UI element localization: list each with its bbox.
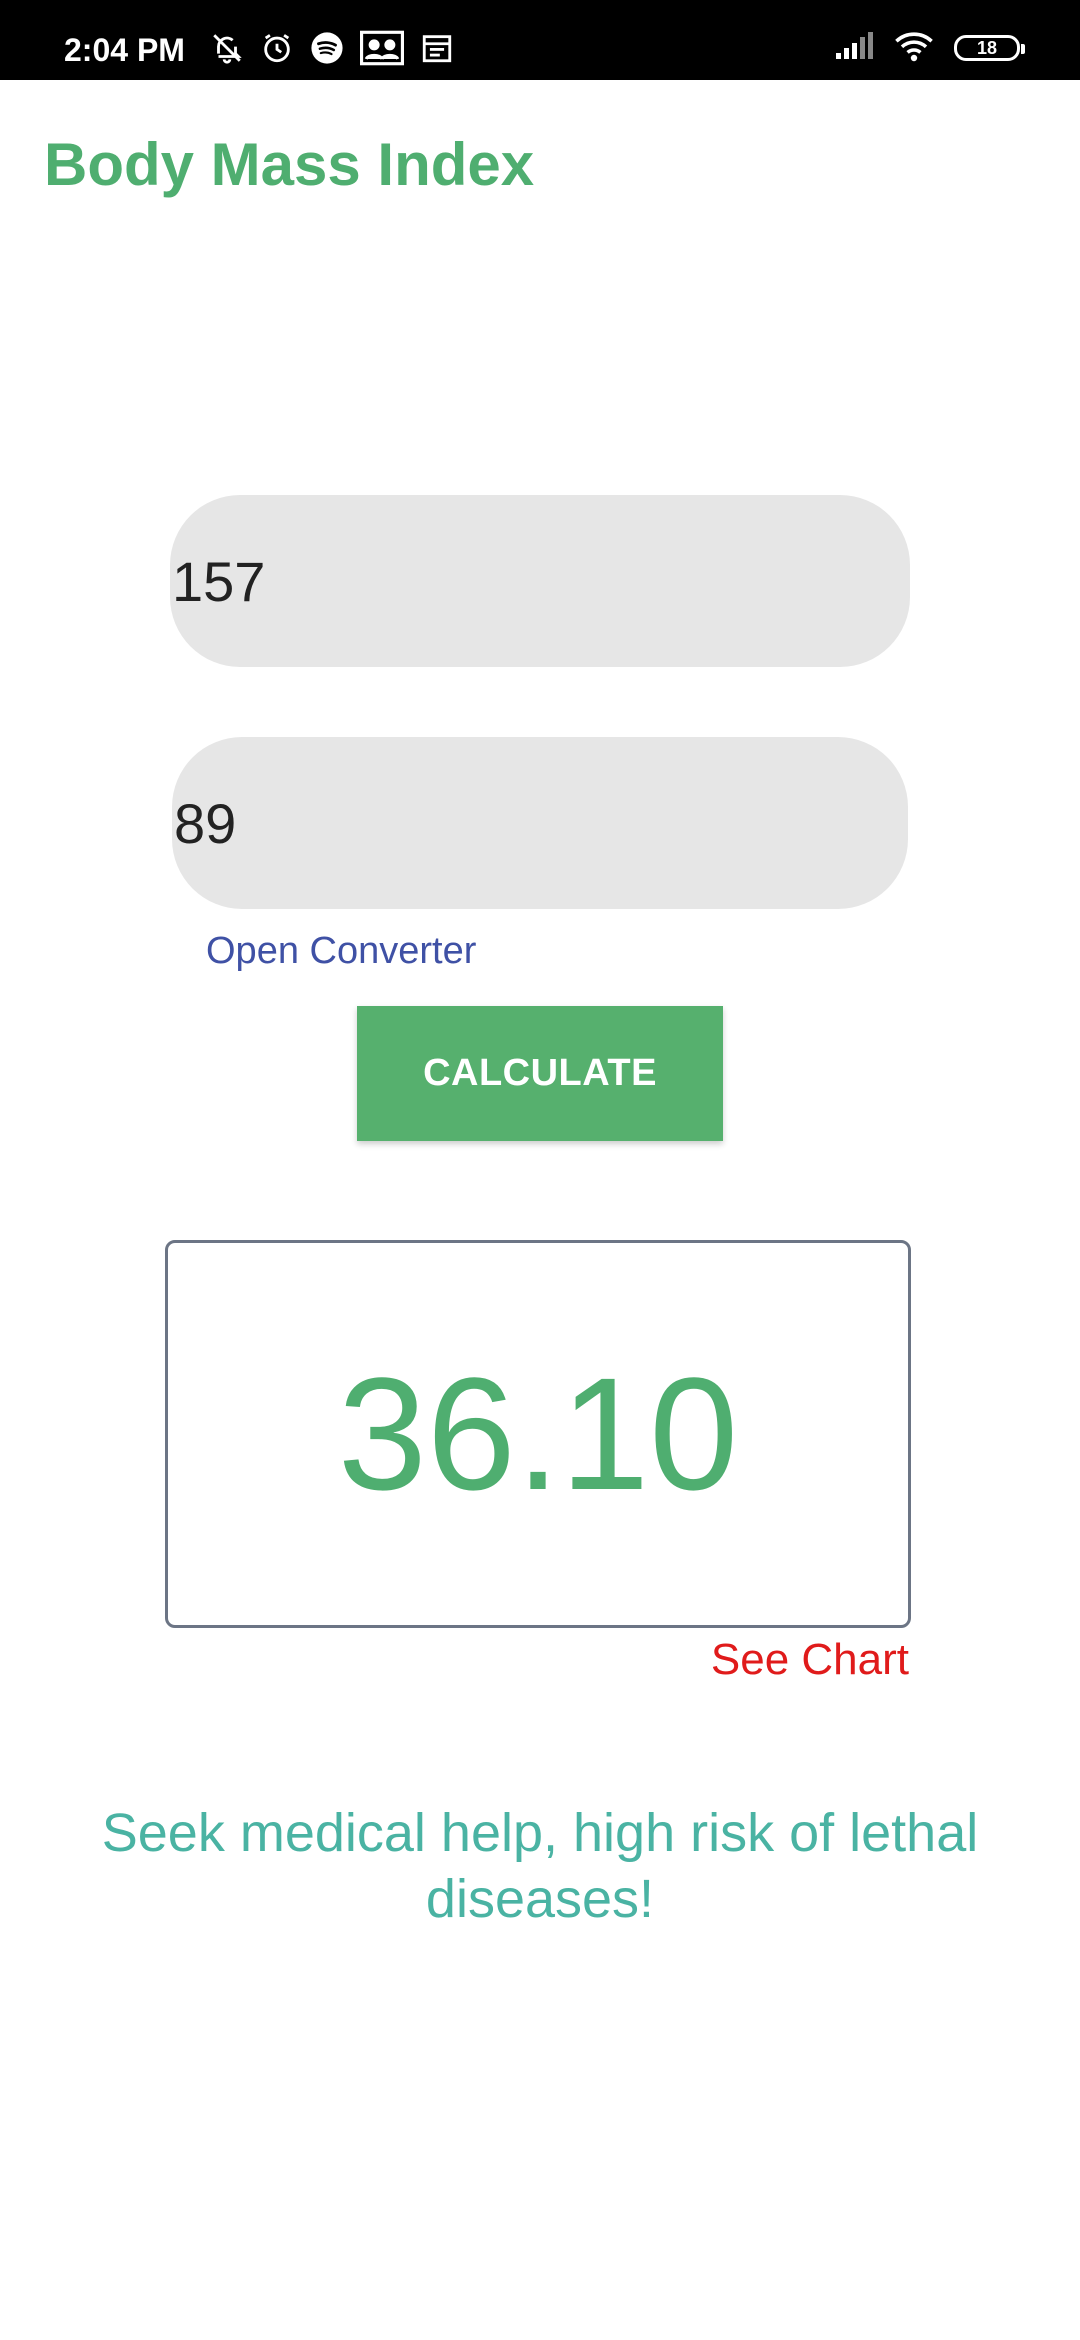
status-notification-icons — [210, 28, 454, 68]
app-title: Body Mass Index — [44, 131, 535, 198]
see-chart-link[interactable]: See Chart — [711, 1635, 909, 1685]
spotify-icon — [310, 31, 344, 65]
battery-level: 18 — [976, 37, 998, 58]
status-bar: 2:04 PM 18 — [0, 0, 1080, 80]
weight-input[interactable] — [172, 737, 908, 909]
advice-message: Seek medical help, high risk of lethal d… — [101, 1803, 979, 1929]
height-input[interactable] — [170, 495, 910, 667]
status-time: 2:04 PM — [64, 32, 185, 68]
battery-icon: 18 — [954, 35, 1025, 61]
signal-icon — [834, 31, 874, 66]
open-converter-link[interactable]: Open Converter — [206, 930, 476, 973]
wifi-icon — [894, 30, 934, 67]
contacts-icon — [360, 30, 404, 66]
bmi-result-value: 36.10 — [337, 1344, 739, 1523]
bell-off-icon — [210, 31, 244, 65]
bmi-result-box: 36.10 — [165, 1240, 911, 1628]
alarm-icon — [260, 31, 294, 65]
calendar-icon — [420, 31, 454, 65]
status-system-icons: 18 — [834, 28, 1025, 68]
calculate-button[interactable]: CALCULATE — [357, 1006, 723, 1141]
